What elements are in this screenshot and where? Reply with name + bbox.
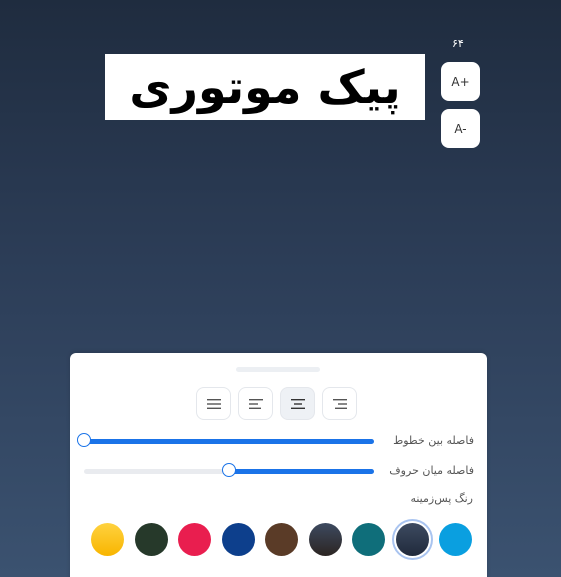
background-color-label: رنگ پس‌زمینه bbox=[410, 492, 473, 505]
align-justify-button[interactable] bbox=[196, 387, 231, 420]
line-spacing-slider[interactable] bbox=[77, 433, 374, 447]
background-color-swatches bbox=[88, 521, 472, 557]
increase-font-button[interactable]: A+ bbox=[441, 62, 480, 101]
align-left-icon bbox=[248, 398, 263, 409]
align-right-icon bbox=[332, 398, 347, 409]
line-spacing-fill bbox=[84, 439, 374, 444]
letter-spacing-label: فاصله میان حروف bbox=[389, 464, 474, 477]
color-swatch[interactable] bbox=[134, 523, 168, 556]
color-swatch[interactable] bbox=[265, 523, 298, 556]
font-size-value: ۶۴ bbox=[452, 37, 464, 50]
align-right-button[interactable] bbox=[322, 387, 357, 420]
decrease-font-button[interactable]: A- bbox=[441, 109, 480, 148]
color-swatch[interactable] bbox=[178, 523, 211, 556]
line-spacing-row: فاصله بین خطوط bbox=[77, 433, 474, 449]
align-center-button[interactable] bbox=[280, 387, 315, 420]
color-swatch[interactable] bbox=[221, 523, 255, 556]
line-spacing-label: فاصله بین خطوط bbox=[393, 434, 474, 447]
text-preview: پیک موتوری bbox=[105, 54, 425, 120]
letter-spacing-slider[interactable] bbox=[84, 463, 374, 477]
text-settings-panel: فاصله بین خطوط فاصله میان حروف رنگ پس‌زم… bbox=[70, 353, 487, 577]
letter-spacing-fill bbox=[229, 469, 374, 474]
align-left-button[interactable] bbox=[238, 387, 273, 420]
letter-spacing-row: فاصله میان حروف bbox=[84, 463, 474, 479]
color-swatch[interactable] bbox=[395, 523, 429, 556]
color-swatch[interactable] bbox=[352, 523, 385, 556]
color-swatch[interactable] bbox=[91, 523, 124, 556]
align-center-icon bbox=[290, 398, 305, 409]
preview-text: پیک موتوری bbox=[129, 60, 401, 114]
alignment-group bbox=[196, 387, 357, 421]
drag-handle[interactable] bbox=[236, 367, 320, 372]
color-swatch[interactable] bbox=[308, 523, 342, 556]
line-spacing-thumb[interactable] bbox=[77, 433, 91, 447]
align-justify-icon bbox=[206, 398, 221, 409]
letter-spacing-thumb[interactable] bbox=[222, 463, 236, 477]
color-swatch[interactable] bbox=[439, 523, 472, 556]
